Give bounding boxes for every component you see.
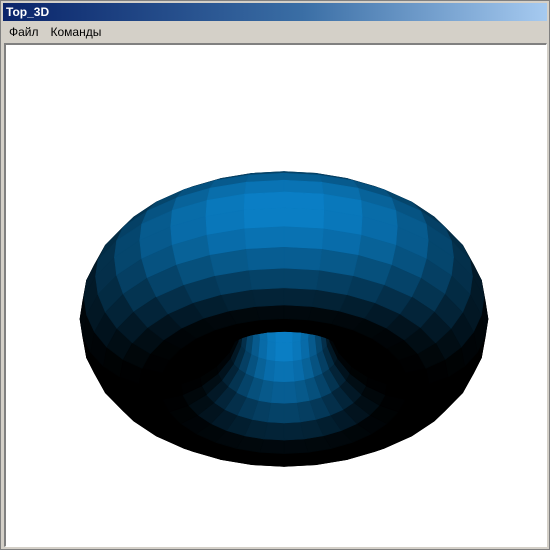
render-viewport[interactable] xyxy=(4,43,547,547)
torus-facet xyxy=(248,267,285,290)
torus-facet xyxy=(244,226,285,250)
torus-facet xyxy=(283,342,294,363)
torus-facet xyxy=(283,207,325,230)
torus-facet xyxy=(283,191,325,211)
torus-facet xyxy=(245,246,285,271)
torus-facet xyxy=(283,226,324,250)
torus-facet xyxy=(283,267,320,290)
torus-facet xyxy=(159,372,184,387)
torus-facet xyxy=(283,246,323,271)
torus-facet xyxy=(283,304,313,321)
menu-commands[interactable]: Команды xyxy=(45,22,108,42)
torus-facet xyxy=(283,451,313,463)
menu-file[interactable]: Файл xyxy=(3,22,45,42)
torus-facet xyxy=(251,287,285,307)
torus-facet xyxy=(283,318,309,329)
menu-bar: Файл Команды xyxy=(3,22,547,42)
torus-3d-render xyxy=(79,171,489,467)
torus-facet xyxy=(265,340,276,362)
torus-facet xyxy=(259,318,285,329)
torus-facet xyxy=(243,207,285,230)
torus-facet xyxy=(283,287,317,307)
torus-facet xyxy=(384,372,409,387)
torus-facet xyxy=(255,451,285,463)
app-window: Top_3D Файл Команды xyxy=(0,0,550,550)
title-bar[interactable]: Top_3D xyxy=(3,3,547,21)
torus-facet xyxy=(255,304,285,321)
torus-facet xyxy=(292,340,303,362)
torus-facet xyxy=(243,191,285,211)
window-title: Top_3D xyxy=(6,5,50,19)
torus-facet xyxy=(274,342,285,363)
